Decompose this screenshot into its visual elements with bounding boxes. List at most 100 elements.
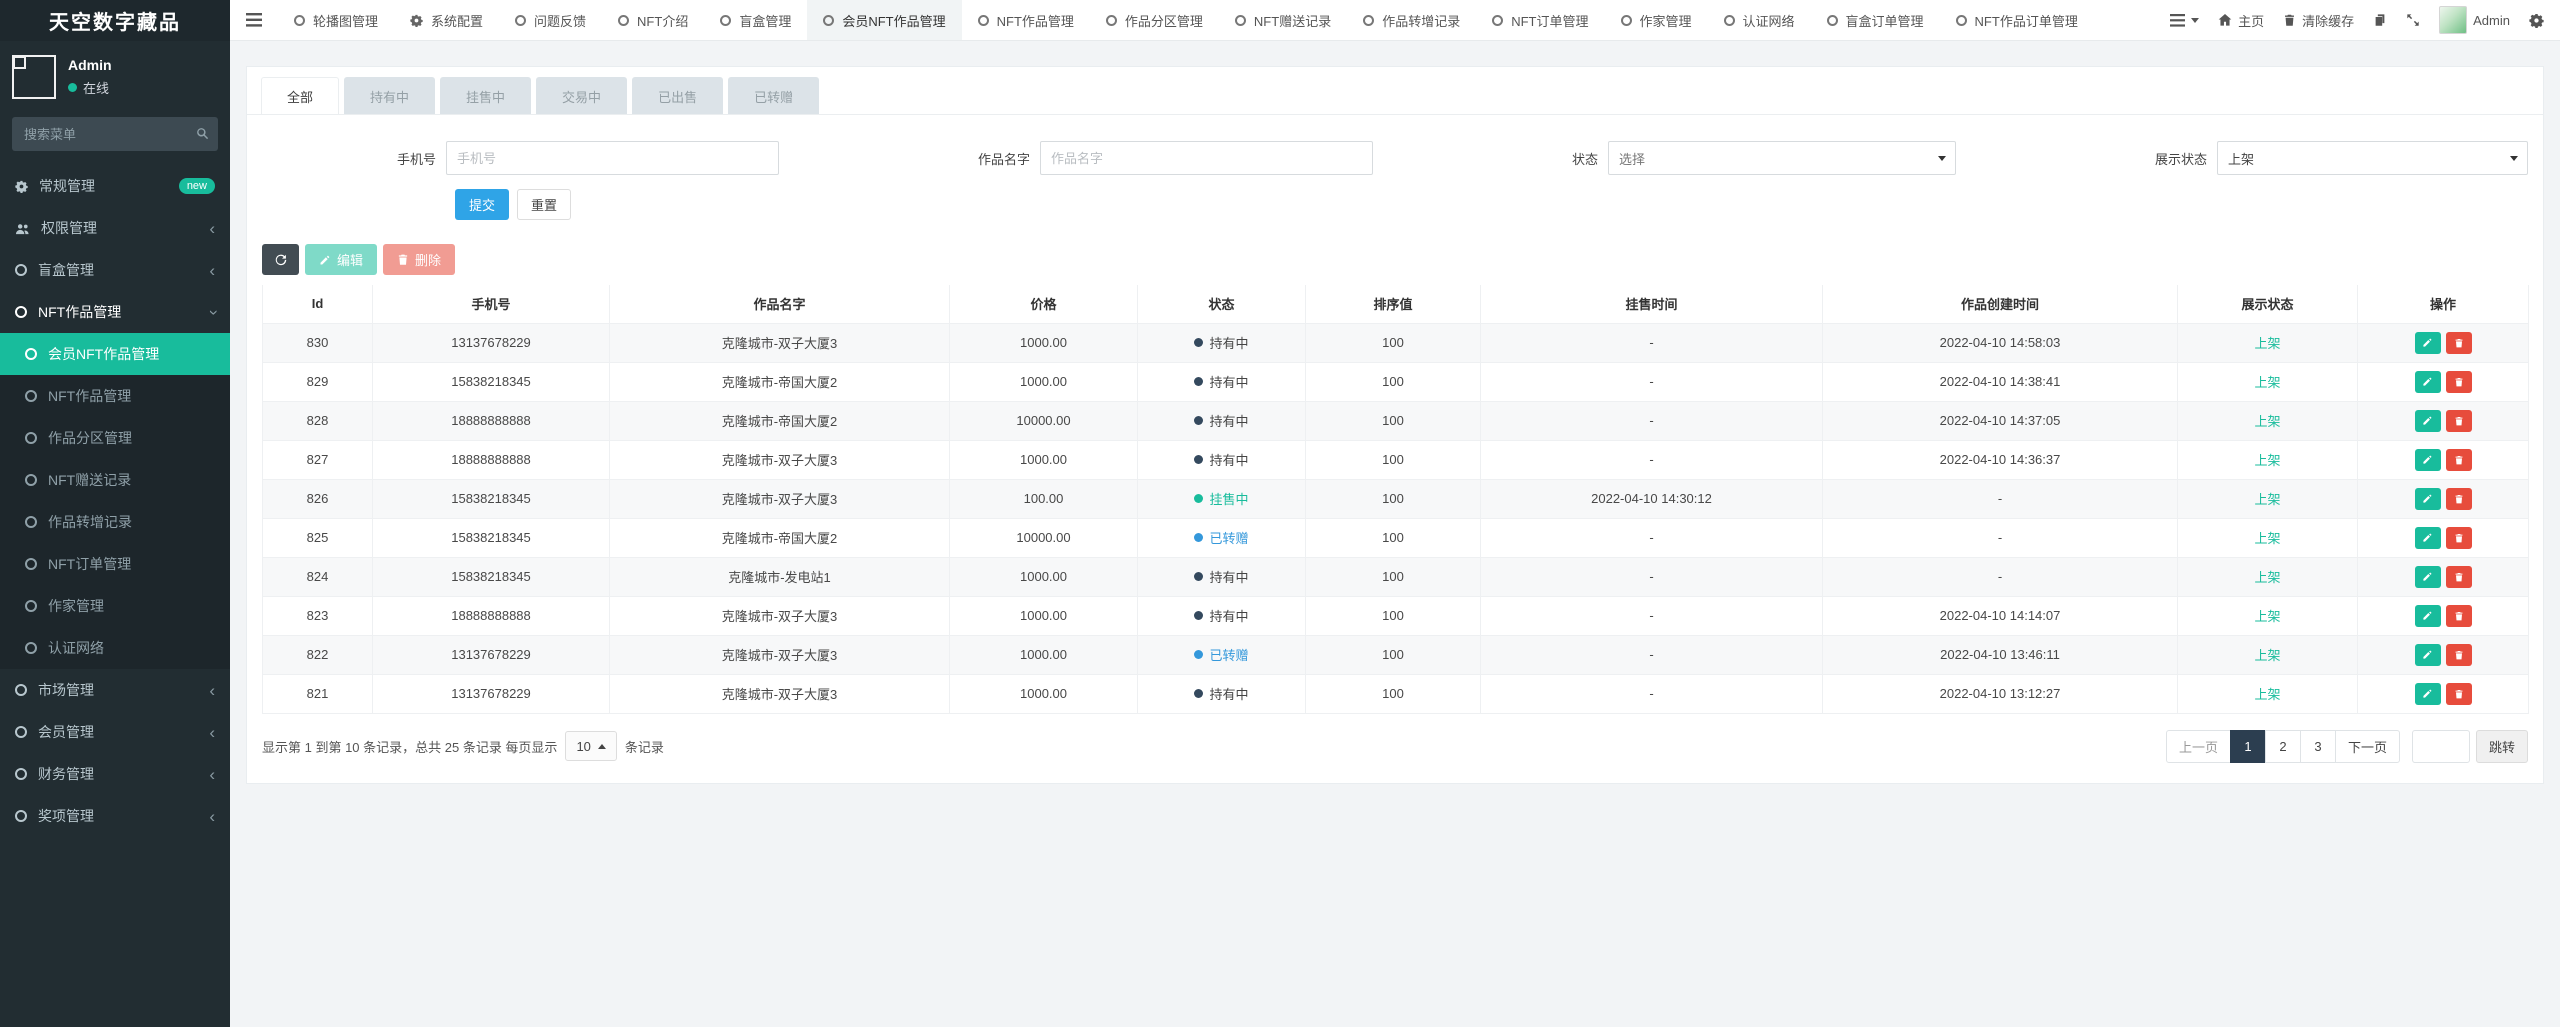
top-tab-12[interactable]: 认证网络 (1708, 0, 1811, 40)
sidebar-item-6[interactable]: 财务管理‹ (0, 753, 230, 795)
column-header-1[interactable]: 手机号 (373, 285, 610, 323)
sidebar-item-2[interactable]: 盲盒管理‹ (0, 249, 230, 291)
status-tab-5[interactable]: 已转赠 (728, 77, 819, 114)
row-delete-button[interactable] (2446, 683, 2472, 705)
fullscreen-icon[interactable] (2406, 13, 2420, 27)
top-tab-7[interactable]: 作品分区管理 (1090, 0, 1219, 40)
pagination-page-3[interactable]: 3 (2300, 730, 2336, 763)
row-edit-button[interactable] (2415, 371, 2441, 393)
user-menu[interactable]: Admin (2439, 6, 2510, 34)
row-edit-button[interactable] (2415, 449, 2441, 471)
sidebar-item-5[interactable]: 会员管理‹ (0, 711, 230, 753)
table-row[interactable]: 821 13137678229 克隆城市-双子大厦3 1000.00 持有中 1… (263, 674, 2529, 713)
table-row[interactable]: 827 18888888888 克隆城市-双子大厦3 1000.00 持有中 1… (263, 440, 2529, 479)
display-status-link[interactable]: 上架 (2254, 570, 2280, 585)
settings-gear-icon[interactable] (2529, 13, 2544, 28)
column-header-0[interactable]: Id (263, 285, 373, 323)
row-edit-button[interactable] (2415, 683, 2441, 705)
delete-button[interactable]: 删除 (383, 244, 455, 275)
row-edit-button[interactable] (2415, 566, 2441, 588)
display-status-link[interactable]: 上架 (2254, 687, 2280, 702)
sidebar-toggle-icon[interactable] (230, 0, 278, 40)
top-tab-4[interactable]: 盲盒管理 (704, 0, 807, 40)
status-tab-4[interactable]: 已出售 (632, 77, 723, 114)
top-tab-6[interactable]: NFT作品管理 (962, 0, 1090, 40)
per-page-dropdown[interactable]: 10 (565, 731, 616, 761)
display-status-link[interactable]: 上架 (2254, 375, 2280, 390)
column-header-2[interactable]: 作品名字 (610, 285, 950, 323)
copy-page-icon[interactable] (2373, 13, 2387, 27)
row-edit-button[interactable] (2415, 527, 2441, 549)
home-button[interactable]: 主页 (2218, 11, 2264, 30)
table-row[interactable]: 823 18888888888 克隆城市-双子大厦3 1000.00 持有中 1… (263, 596, 2529, 635)
display-status-link[interactable]: 上架 (2254, 414, 2280, 429)
sidebar-subitem-2[interactable]: 作品分区管理 (0, 417, 230, 459)
status-select[interactable]: 选择 (1608, 141, 1956, 175)
name-input[interactable] (1040, 141, 1373, 175)
top-tab-0[interactable]: 轮播图管理 (278, 0, 394, 40)
menu-search-input[interactable] (12, 117, 218, 151)
sidebar-subitem-4[interactable]: 作品转增记录 (0, 501, 230, 543)
top-tab-1[interactable]: 系统配置 (394, 0, 499, 40)
column-header-6[interactable]: 挂售时间 (1481, 285, 1823, 323)
column-header-9[interactable]: 操作 (2358, 285, 2529, 323)
status-tab-2[interactable]: 挂售中 (440, 77, 531, 114)
phone-input[interactable] (446, 141, 779, 175)
sidebar-subitem-0[interactable]: 会员NFT作品管理 (0, 333, 230, 375)
top-tab-9[interactable]: 作品转增记录 (1347, 0, 1476, 40)
row-edit-button[interactable] (2415, 605, 2441, 627)
row-delete-button[interactable] (2446, 605, 2472, 627)
column-header-8[interactable]: 展示状态 (2178, 285, 2358, 323)
tab-list-dropdown[interactable] (2170, 14, 2199, 27)
display-status-select[interactable]: 上架 (2217, 141, 2528, 175)
table-row[interactable]: 822 13137678229 克隆城市-双子大厦3 1000.00 已转赠 1… (263, 635, 2529, 674)
pagination-page-2[interactable]: 2 (2265, 730, 2301, 763)
top-tab-10[interactable]: NFT订单管理 (1476, 0, 1604, 40)
top-tab-14[interactable]: NFT作品订单管理 (1940, 0, 2094, 40)
column-header-4[interactable]: 状态 (1138, 285, 1306, 323)
row-delete-button[interactable] (2446, 644, 2472, 666)
display-status-link[interactable]: 上架 (2254, 609, 2280, 624)
sidebar-item-3[interactable]: NFT作品管理‹ (0, 291, 230, 333)
top-tab-13[interactable]: 盲盒订单管理 (1811, 0, 1940, 40)
sidebar-subitem-5[interactable]: NFT订单管理 (0, 543, 230, 585)
column-header-5[interactable]: 排序值 (1306, 285, 1481, 323)
table-row[interactable]: 824 15838218345 克隆城市-发电站1 1000.00 持有中 10… (263, 557, 2529, 596)
row-delete-button[interactable] (2446, 566, 2472, 588)
sidebar-item-1[interactable]: 权限管理‹ (0, 207, 230, 249)
status-tab-1[interactable]: 持有中 (344, 77, 435, 114)
row-delete-button[interactable] (2446, 371, 2472, 393)
display-status-link[interactable]: 上架 (2254, 453, 2280, 468)
row-delete-button[interactable] (2446, 332, 2472, 354)
display-status-link[interactable]: 上架 (2254, 492, 2280, 507)
pagination-next[interactable]: 下一页 (2335, 730, 2400, 763)
column-header-3[interactable]: 价格 (950, 285, 1138, 323)
column-header-7[interactable]: 作品创建时间 (1823, 285, 2178, 323)
submit-button[interactable]: 提交 (455, 189, 509, 220)
sidebar-subitem-1[interactable]: NFT作品管理 (0, 375, 230, 417)
table-row[interactable]: 829 15838218345 克隆城市-帝国大厦2 1000.00 持有中 1… (263, 362, 2529, 401)
display-status-link[interactable]: 上架 (2254, 531, 2280, 546)
sidebar-subitem-6[interactable]: 作家管理 (0, 585, 230, 627)
row-delete-button[interactable] (2446, 527, 2472, 549)
sidebar-item-0[interactable]: 常规管理new (0, 165, 230, 207)
row-delete-button[interactable] (2446, 410, 2472, 432)
table-row[interactable]: 825 15838218345 克隆城市-帝国大厦2 10000.00 已转赠 … (263, 518, 2529, 557)
table-row[interactable]: 826 15838218345 克隆城市-双子大厦3 100.00 挂售中 10… (263, 479, 2529, 518)
table-row[interactable]: 828 18888888888 克隆城市-帝国大厦2 10000.00 持有中 … (263, 401, 2529, 440)
pagination-page-1[interactable]: 1 (2230, 730, 2266, 763)
top-tab-8[interactable]: NFT赠送记录 (1219, 0, 1347, 40)
top-tab-3[interactable]: NFT介绍 (602, 0, 704, 40)
row-edit-button[interactable] (2415, 644, 2441, 666)
clear-cache-button[interactable]: 清除缓存 (2283, 11, 2354, 30)
sidebar-item-4[interactable]: 市场管理‹ (0, 669, 230, 711)
jump-button[interactable]: 跳转 (2476, 730, 2528, 763)
display-status-link[interactable]: 上架 (2254, 648, 2280, 663)
table-row[interactable]: 830 13137678229 克隆城市-双子大厦3 1000.00 持有中 1… (263, 323, 2529, 362)
sidebar-subitem-7[interactable]: 认证网络 (0, 627, 230, 669)
status-tab-3[interactable]: 交易中 (536, 77, 627, 114)
top-tab-5[interactable]: 会员NFT作品管理 (807, 0, 961, 40)
row-edit-button[interactable] (2415, 332, 2441, 354)
row-delete-button[interactable] (2446, 449, 2472, 471)
jump-page-input[interactable] (2412, 730, 2470, 763)
